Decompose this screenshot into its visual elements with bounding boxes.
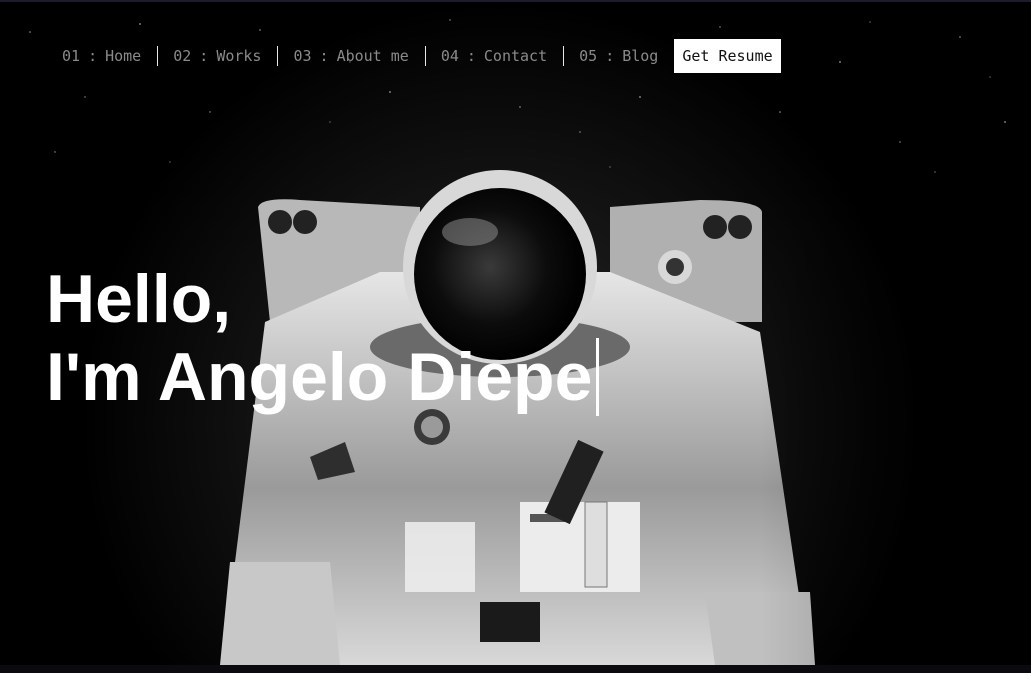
nav-item-number: 01 — [62, 47, 81, 65]
nav-divider — [277, 46, 279, 66]
nav-item-label: Contact — [483, 47, 548, 65]
nav-item-blog[interactable]: 05: Blog — [577, 47, 660, 65]
nav-item-number: 02 — [173, 47, 192, 65]
hero-name-line: I'm Angelo Diepe — [46, 338, 600, 416]
nav-item-label: About me — [336, 47, 409, 65]
nav-item-number: 05 — [579, 47, 598, 65]
nav-item-separator: : — [466, 47, 476, 65]
nav-item-separator: : — [88, 47, 98, 65]
nav-item-number: 04 — [440, 47, 459, 65]
bottom-strip — [0, 665, 1031, 673]
main-nav: 01: Home 02: Works 03: About me 04: Contact … — [60, 38, 781, 74]
nav-item-contact[interactable]: 04: Contact — [439, 47, 549, 65]
hero-name: I'm Angelo Diepe — [46, 339, 593, 415]
nav-divider — [424, 46, 426, 66]
get-resume-button[interactable]: Get Resume — [674, 39, 781, 73]
page: 01: Home 02: Works 03: About me 04: Contact … — [0, 0, 1031, 673]
nav-item-home[interactable]: 01: Home — [60, 47, 143, 65]
nav-item-separator: : — [319, 47, 329, 65]
hero-headline: Hello, I'm Angelo Diepe — [46, 260, 600, 416]
nav-divider — [563, 46, 565, 66]
nav-item-label: Blog — [622, 47, 659, 65]
nav-item-works[interactable]: 02: Works — [171, 47, 263, 65]
nav-item-label: Works — [216, 47, 262, 65]
nav-item-separator: : — [605, 47, 615, 65]
nav-item-separator: : — [199, 47, 209, 65]
nav-divider — [157, 46, 159, 66]
nav-item-about[interactable]: 03: About me — [291, 47, 410, 65]
nav-item-number: 03 — [293, 47, 312, 65]
typing-caret — [596, 338, 600, 416]
nav-item-label: Home — [105, 47, 142, 65]
hero-greeting: Hello, — [46, 261, 232, 337]
